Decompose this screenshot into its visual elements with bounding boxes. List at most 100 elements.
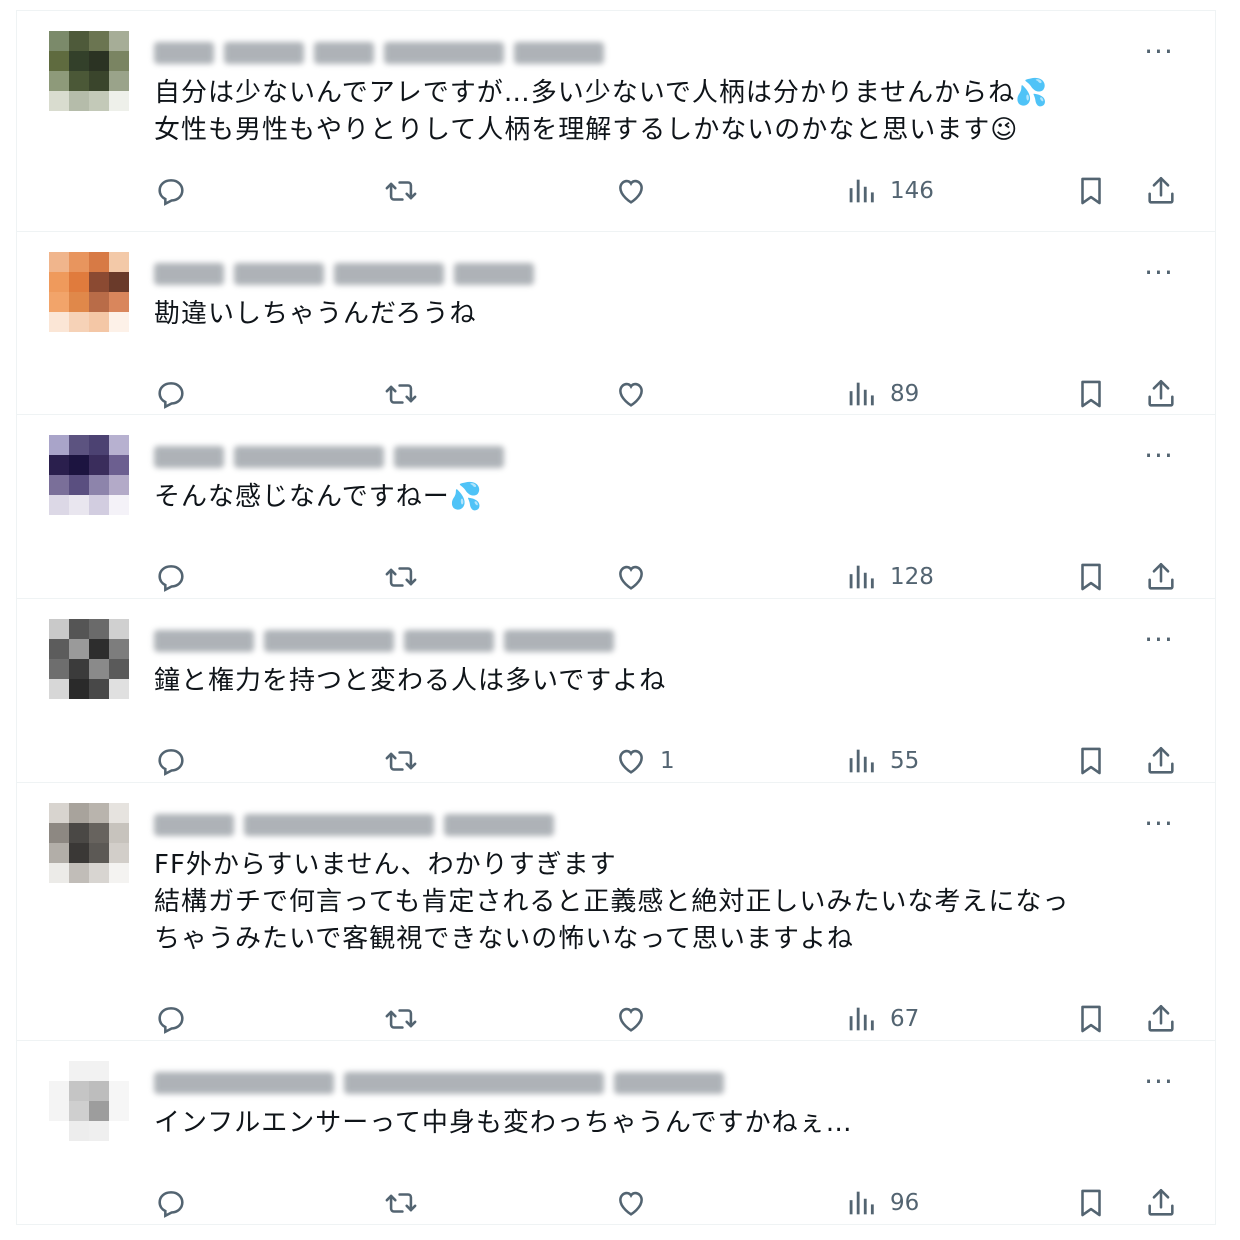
reply-text: 勘違いしちゃうんだろうね — [154, 299, 477, 329]
more-options-icon[interactable]: ··· — [1139, 441, 1179, 471]
reply-item[interactable]: ··· 鐘と権力を持つと変わる人は多いですよね 1 55 — [17, 599, 1215, 783]
more-options-icon[interactable]: ··· — [1139, 1067, 1179, 1097]
more-options-icon[interactable]: ··· — [1139, 258, 1179, 288]
share-button[interactable] — [1144, 1183, 1178, 1223]
action-bar: 96 — [154, 1183, 1194, 1223]
views-button[interactable]: 67 — [844, 999, 919, 1039]
reply-icon — [158, 1191, 184, 1218]
avatar[interactable] — [49, 31, 129, 111]
avatar[interactable] — [49, 619, 129, 699]
reply-item[interactable]: ··· インフルエンサーって中身も変わっちゃうんですかねぇ… 96 — [17, 1041, 1215, 1225]
reply-button[interactable] — [154, 741, 188, 781]
share-icon — [1148, 176, 1174, 204]
like-button[interactable] — [614, 171, 660, 211]
views-button[interactable]: 128 — [844, 557, 934, 597]
views-icon — [849, 1007, 874, 1031]
reply-item[interactable]: ··· 自分は少ないんでアレですが…多い少ないで人柄は分かりませんからね💦 女性も… — [17, 11, 1215, 232]
retweet-icon — [385, 181, 417, 201]
like-icon — [619, 382, 643, 407]
retweet-icon — [385, 567, 417, 587]
views-button[interactable]: 146 — [844, 171, 934, 211]
views-count: 146 — [890, 178, 934, 204]
like-icon — [619, 1007, 643, 1032]
bookmark-button[interactable] — [1074, 741, 1108, 781]
avatar[interactable] — [49, 252, 129, 332]
reply-item[interactable]: ··· 勘違いしちゃうんだろうね 89 — [17, 232, 1215, 415]
bookmark-button[interactable] — [1074, 374, 1108, 414]
reply-text: 自分は少ないんでアレですが…多い少ないで人柄は分かりませんからね💦 女性も男性も… — [154, 78, 1049, 145]
reply-icon — [158, 382, 184, 409]
share-button[interactable] — [1144, 374, 1178, 414]
like-icon — [619, 1191, 643, 1216]
views-button[interactable]: 55 — [844, 741, 919, 781]
retweet-icon — [385, 751, 417, 771]
reply-button[interactable] — [154, 557, 188, 597]
views-count: 67 — [890, 1006, 920, 1032]
like-icon — [619, 179, 643, 204]
blurred-username[interactable] — [154, 41, 604, 65]
bookmark-icon — [1081, 563, 1101, 591]
reply-text: 鐘と権力を持つと変わる人は多いですよね — [154, 666, 667, 696]
like-button[interactable] — [614, 1183, 660, 1223]
avatar[interactable] — [49, 435, 129, 515]
bookmark-icon — [1081, 1189, 1101, 1217]
share-icon — [1148, 746, 1174, 774]
action-bar: 128 — [154, 557, 1194, 597]
bookmark-button[interactable] — [1074, 999, 1108, 1039]
share-button[interactable] — [1144, 741, 1178, 781]
reply-text: FF外からすいません、わかりすぎます 結構ガチで何言っても肯定されると正義感と絶… — [154, 850, 1070, 954]
like-button[interactable] — [614, 999, 660, 1039]
blurred-username[interactable] — [154, 445, 504, 469]
views-icon — [849, 749, 874, 773]
share-button[interactable] — [1144, 557, 1178, 597]
views-icon — [849, 382, 874, 406]
retweet-button[interactable] — [384, 741, 418, 781]
share-button[interactable] — [1144, 999, 1178, 1039]
retweet-button[interactable] — [384, 1183, 418, 1223]
reply-button[interactable] — [154, 374, 188, 414]
reply-icon — [158, 179, 184, 206]
reply-button[interactable] — [154, 999, 188, 1039]
more-options-icon[interactable]: ··· — [1139, 625, 1179, 655]
reply-text: インフルエンサーって中身も変わっちゃうんですかねぇ… — [154, 1108, 853, 1138]
like-count: 1 — [660, 748, 675, 774]
views-button[interactable]: 89 — [844, 374, 919, 414]
retweet-button[interactable] — [384, 374, 418, 414]
bookmark-button[interactable] — [1074, 557, 1108, 597]
views-button[interactable]: 96 — [844, 1183, 919, 1223]
blurred-username[interactable] — [154, 629, 614, 653]
share-icon — [1148, 1004, 1174, 1032]
bookmark-button[interactable] — [1074, 1183, 1108, 1223]
bookmark-icon — [1081, 747, 1101, 775]
bookmark-button[interactable] — [1074, 171, 1108, 211]
retweet-button[interactable] — [384, 999, 418, 1039]
retweet-button[interactable] — [384, 557, 418, 597]
blurred-username[interactable] — [154, 813, 554, 837]
views-icon — [849, 1191, 874, 1215]
avatar[interactable] — [49, 1061, 129, 1141]
more-options-icon[interactable]: ··· — [1139, 37, 1179, 67]
reply-timeline: ··· 自分は少ないんでアレですが…多い少ないで人柄は分かりませんからね💦 女性も… — [16, 10, 1216, 1225]
share-button[interactable] — [1144, 171, 1178, 211]
blurred-username[interactable] — [154, 262, 534, 286]
bookmark-icon — [1081, 177, 1101, 205]
like-button[interactable]: 1 — [614, 741, 675, 781]
action-bar: 89 — [154, 374, 1194, 414]
views-count: 128 — [890, 564, 934, 590]
views-count: 96 — [890, 1190, 920, 1216]
blurred-username[interactable] — [154, 1071, 724, 1095]
like-button[interactable] — [614, 374, 660, 414]
action-bar: 1 55 — [154, 741, 1194, 781]
reply-button[interactable] — [154, 171, 188, 211]
reply-item[interactable]: ··· FF外からすいません、わかりすぎます 結構ガチで何言っても肯定されると正義… — [17, 783, 1215, 1041]
retweet-button[interactable] — [384, 171, 418, 211]
reply-button[interactable] — [154, 1183, 188, 1223]
reply-item[interactable]: ··· そんな感じなんですねー💦 128 — [17, 415, 1215, 599]
more-options-icon[interactable]: ··· — [1139, 809, 1179, 839]
avatar[interactable] — [49, 803, 129, 883]
retweet-icon — [385, 1193, 417, 1213]
reply-icon — [158, 1007, 184, 1034]
views-icon — [849, 565, 874, 589]
like-button[interactable] — [614, 557, 660, 597]
action-bar: 67 — [154, 999, 1194, 1039]
